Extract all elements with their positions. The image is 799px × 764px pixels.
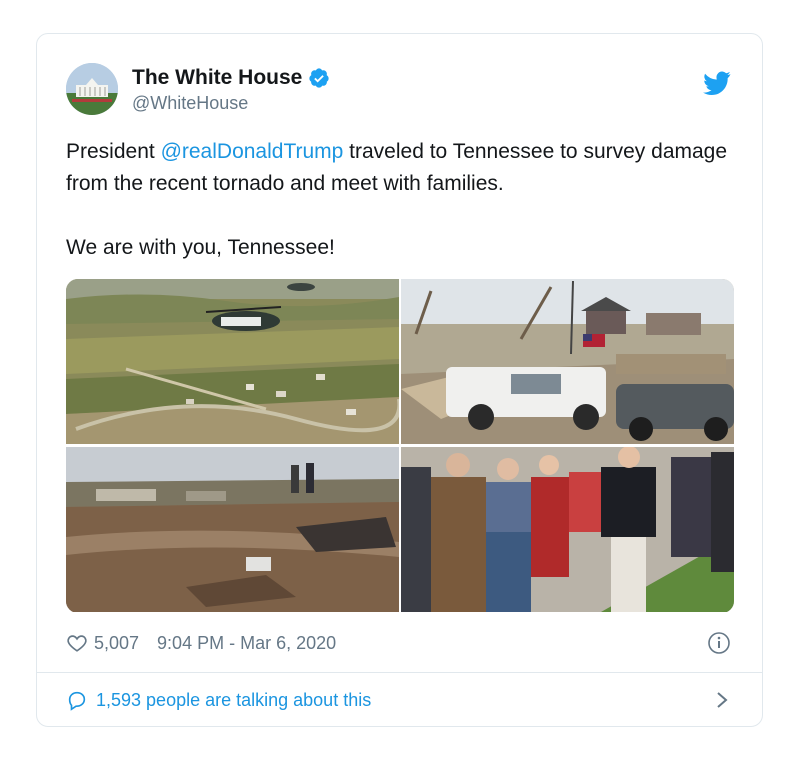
- speech-bubble-icon: [68, 691, 86, 711]
- tweet-header: The White House @WhiteHouse: [66, 63, 733, 119]
- like-count[interactable]: 5,007: [94, 633, 139, 654]
- tweet-text: President @realDonaldTrump traveled to T…: [66, 136, 746, 264]
- conversation-count[interactable]: 1,593 people are talking about this: [96, 690, 371, 711]
- photo-destroyed-ground[interactable]: [66, 447, 399, 612]
- display-name[interactable]: The White House: [132, 66, 302, 90]
- photo-truck-debris[interactable]: [401, 279, 734, 444]
- photo-aerial-helicopter[interactable]: [66, 279, 399, 444]
- divider: [37, 672, 762, 673]
- heart-icon[interactable]: [66, 632, 88, 654]
- twitter-bird-icon[interactable]: [703, 71, 731, 95]
- mention-link[interactable]: @realDonaldTrump: [161, 140, 344, 163]
- handle[interactable]: @WhiteHouse: [132, 93, 330, 114]
- verified-badge-icon: [309, 68, 329, 88]
- chevron-right-icon[interactable]: [715, 691, 729, 709]
- conversation-link[interactable]: 1,593 people are talking about this: [66, 684, 733, 716]
- tweet-text-start: President: [66, 140, 161, 163]
- info-icon[interactable]: [707, 631, 731, 655]
- author-block[interactable]: The White House @WhiteHouse: [132, 64, 330, 114]
- tweet-card[interactable]: The White House @WhiteHouse President @r…: [36, 33, 763, 727]
- timestamp[interactable]: 9:04 PM - Mar 6, 2020: [157, 633, 336, 654]
- tweet-meta: 5,007 9:04 PM - Mar 6, 2020: [66, 628, 733, 658]
- media-grid[interactable]: [66, 279, 734, 613]
- avatar[interactable]: [66, 63, 118, 115]
- photo-crowd-handshake[interactable]: [401, 447, 734, 612]
